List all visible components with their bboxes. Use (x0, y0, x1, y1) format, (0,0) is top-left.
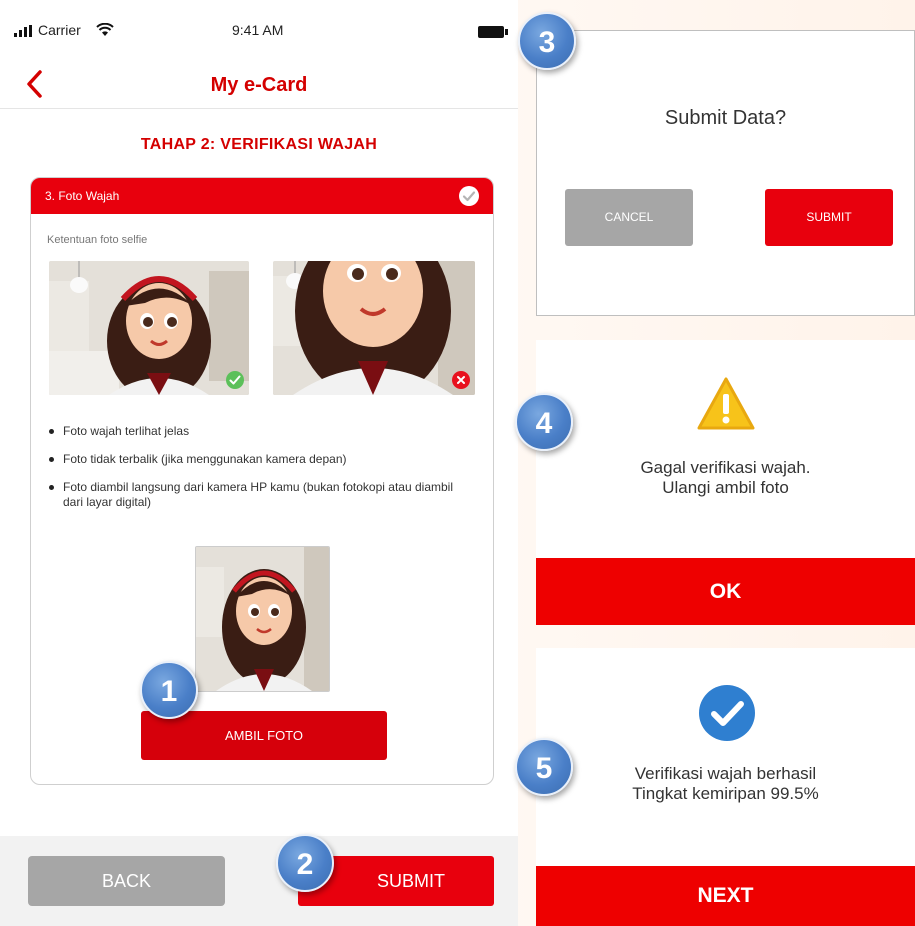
rules-list: Foto wajah terlihat jelas Foto tidak ter… (49, 424, 469, 523)
cancel-button[interactable]: CANCEL (565, 189, 693, 246)
dialog-title: Submit Data? (664, 107, 787, 129)
correct-check-icon (226, 371, 244, 389)
card-header-label: 3. Foto Wajah (45, 189, 120, 203)
step-marker-5: 5 (515, 738, 573, 796)
success-check-icon (698, 684, 756, 747)
step-title: TAHAP 2: VERIFIKASI WAJAH (140, 136, 378, 153)
failure-message: Gagal verifikasi wajah. Ulangi ambil fot… (536, 458, 915, 498)
footer-bar: BACK SUBMIT (0, 836, 518, 926)
dialog-submit-button[interactable]: SUBMIT (765, 189, 893, 246)
success-message: Verifikasi wajah berhasil Tingkat kemiri… (536, 764, 915, 804)
verification-success-dialog: Verifikasi wajah berhasil Tingkat kemiri… (536, 648, 915, 926)
rule-item: Foto tidak terbalik (jika menggunakan ka… (49, 452, 469, 467)
step-marker-4: 4 (515, 393, 573, 451)
wifi-icon (96, 22, 114, 42)
signal-icon (14, 24, 34, 42)
submit-confirm-dialog: Submit Data? CANCEL SUBMIT (536, 30, 915, 316)
rule-item: Foto diambil langsung dari kamera HP kam… (49, 480, 469, 510)
status-bar: Carrier 9:41 AM (0, 22, 518, 48)
face-photo-card: 3. Foto Wajah Ketentuan foto selfie Foto… (30, 177, 494, 785)
success-message-line1: Verifikasi wajah berhasil (634, 764, 817, 783)
step-marker-1: 1 (140, 661, 198, 719)
failure-message-line2: Ulangi ambil foto (662, 478, 789, 497)
take-photo-button[interactable]: AMBIL FOTO (141, 711, 387, 760)
battery-icon (478, 26, 508, 38)
failure-message-line1: Gagal verifikasi wajah. (640, 458, 811, 477)
card-header: 3. Foto Wajah (31, 178, 493, 214)
next-button[interactable]: NEXT (536, 866, 915, 926)
step-marker-3: 3 (518, 12, 576, 70)
clock-label: 9:41 AM (232, 22, 284, 38)
success-message-line2: Tingkat kemiripan 99.5% (632, 784, 819, 803)
wrong-selfie-example-image (273, 261, 475, 395)
carrier-label: Carrier (38, 22, 81, 38)
page-title: My e-Card (210, 74, 308, 96)
phone-screen: Carrier 9:41 AM My e-Card TAHAP 2: VERIF… (0, 0, 518, 926)
verification-failed-dialog: Gagal verifikasi wajah. Ulangi ambil fot… (536, 340, 915, 625)
step-marker-2: 2 (276, 834, 334, 892)
nav-divider (0, 108, 518, 109)
back-button[interactable]: BACK (28, 856, 225, 906)
wrong-cross-icon (452, 371, 470, 389)
selfie-preview-image (195, 546, 330, 692)
rule-item: Foto wajah terlihat jelas (49, 424, 469, 439)
check-circle-icon (459, 186, 479, 206)
correct-selfie-example-image (49, 261, 249, 395)
ok-button[interactable]: OK (536, 558, 915, 625)
rules-title: Ketentuan foto selfie (47, 234, 148, 246)
warning-icon (696, 376, 756, 437)
